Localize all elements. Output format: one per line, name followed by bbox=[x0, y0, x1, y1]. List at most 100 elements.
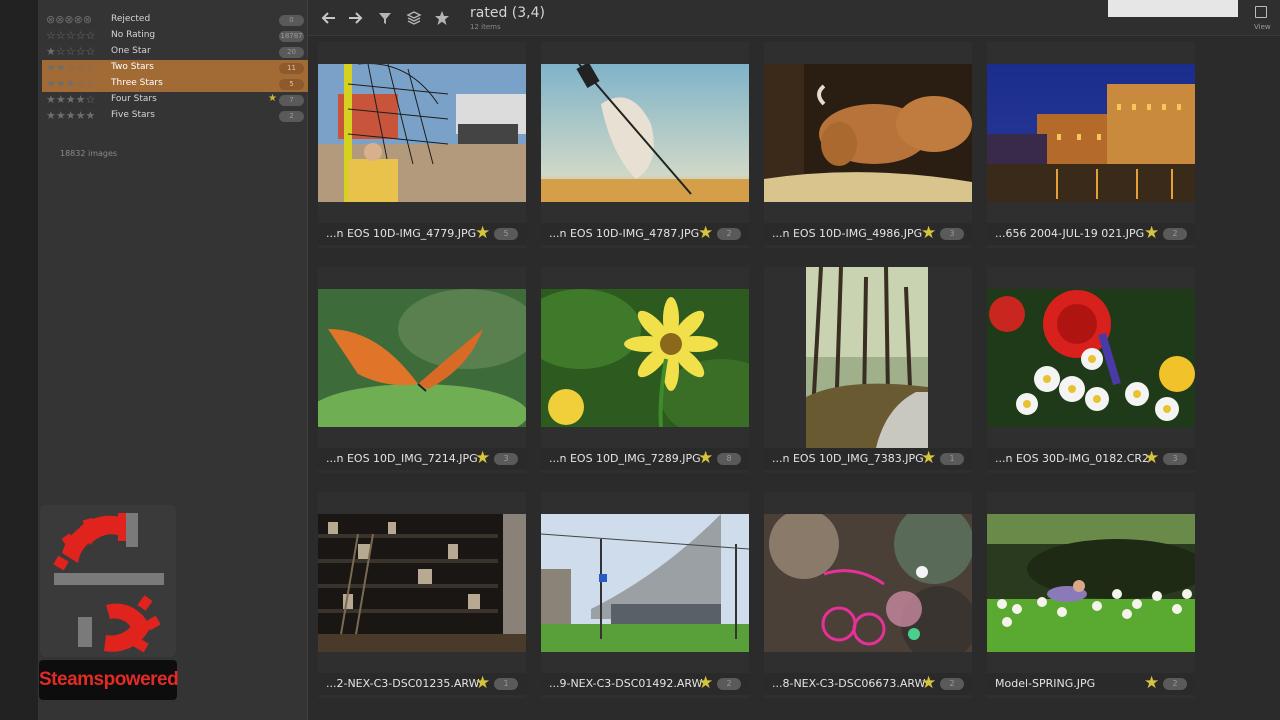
photo-forest[interactable] bbox=[806, 267, 928, 448]
thumbnail-cell[interactable]: Model-SPRING.JPG ★ 2 bbox=[987, 492, 1195, 698]
thumbnail-caption: ...9-NEX-C3-DSC01492.ARW ★ 2 bbox=[541, 673, 749, 695]
thumbnail-caption: ...656 2004-JUL-19 021.JPG ★ 2 bbox=[987, 223, 1195, 245]
rating-label: Four Stars bbox=[111, 94, 157, 104]
rating-filter-two-stars[interactable]: ★★☆☆☆ Two Stars 11 bbox=[42, 60, 308, 76]
file-name: ...n EOS 10D-IMG_4787.JPG bbox=[549, 227, 700, 240]
thumbnail-caption: ...n EOS 10D-IMG_4787.JPG ★ 2 bbox=[541, 223, 749, 245]
rejected-icons: ⊗⊗⊗⊗⊗ bbox=[46, 13, 93, 26]
star-icon[interactable]: ★ bbox=[698, 224, 713, 242]
thumbnail-cell[interactable]: ...n EOS 10D_IMG_7289.JPG ★ 8 bbox=[541, 267, 749, 473]
rating-label: No Rating bbox=[111, 30, 156, 40]
rating-badge: 8 bbox=[717, 453, 741, 465]
thumbnail-caption: ...n EOS 10D-IMG_4986.JPG ★ 3 bbox=[764, 223, 972, 245]
photo-bokeh[interactable] bbox=[764, 514, 972, 652]
star-icon[interactable]: ★ bbox=[1144, 224, 1159, 242]
rating-label: Two Stars bbox=[111, 62, 154, 72]
star-icons: ★★☆☆☆ bbox=[46, 61, 96, 74]
file-name: ...n EOS 10D_IMG_7383.JPG bbox=[772, 452, 924, 465]
rating-label: One Star bbox=[111, 46, 151, 56]
rating-filter-one-star[interactable]: ★☆☆☆☆ One Star 20 bbox=[42, 44, 308, 60]
rating-badge: 2 bbox=[717, 678, 741, 690]
forward-arrow-icon[interactable] bbox=[346, 9, 364, 27]
star-icon[interactable]: ★ bbox=[921, 224, 936, 242]
file-name: ...n EOS 10D_IMG_7214.JPG bbox=[326, 452, 478, 465]
star-icon[interactable]: ★ bbox=[1144, 449, 1159, 467]
rating-label: Five Stars bbox=[111, 110, 155, 120]
thumbnail-caption: ...n EOS 10D_IMG_7383.JPG ★ 1 bbox=[764, 448, 972, 470]
photo-bookshelf[interactable] bbox=[318, 514, 526, 652]
star-icon[interactable]: ★ bbox=[921, 449, 936, 467]
count-badge: 0 bbox=[279, 15, 304, 26]
photo-station[interactable] bbox=[541, 514, 749, 652]
rating-filter-five-stars[interactable]: ★★★★★ Five Stars 2 bbox=[42, 108, 308, 124]
photo-deer[interactable] bbox=[764, 64, 972, 202]
photo-bouquet[interactable] bbox=[987, 289, 1195, 427]
star-icon[interactable]: ★ bbox=[475, 224, 490, 242]
rating-badge: 1 bbox=[494, 678, 518, 690]
filter-icon[interactable] bbox=[376, 9, 394, 27]
rating-badge: 2 bbox=[1163, 228, 1187, 240]
rating-label: Rejected bbox=[111, 14, 151, 24]
app-window: ⊗⊗⊗⊗⊗ Rejected 0 ☆☆☆☆☆ No Rating 18787 ★… bbox=[0, 0, 1280, 720]
star-filter-icon[interactable] bbox=[433, 9, 451, 27]
thumbnail-caption: ...n EOS 10D_IMG_7289.JPG ★ 8 bbox=[541, 448, 749, 470]
thumbnail-cell[interactable]: ...n EOS 10D_IMG_7383.JPG ★ 1 bbox=[764, 267, 972, 473]
photo-night-city[interactable] bbox=[987, 64, 1195, 202]
photo-volleyball[interactable] bbox=[318, 64, 526, 202]
rating-filter-four-stars[interactable]: ★★★★☆ Four Stars ★ 7 bbox=[42, 92, 308, 108]
photo-yellow-flower[interactable] bbox=[541, 289, 749, 427]
thumbnail-cell[interactable]: ...9-NEX-C3-DSC01492.ARW ★ 2 bbox=[541, 492, 749, 698]
view-icon[interactable] bbox=[1255, 6, 1267, 18]
file-name: ...n EOS 10D-IMG_4779.JPG bbox=[326, 227, 477, 240]
layers-icon[interactable] bbox=[405, 9, 423, 27]
thumbnail-caption: ...n EOS 30D-IMG_0182.CR2 ★ 3 bbox=[987, 448, 1195, 470]
thumbnail-cell[interactable]: ...2-NEX-C3-DSC01235.ARW ★ 1 bbox=[318, 492, 526, 698]
star-icon[interactable]: ★ bbox=[475, 449, 490, 467]
thumbnail-cell[interactable]: ...n EOS 10D-IMG_4787.JPG ★ 2 bbox=[541, 42, 749, 248]
photo-daffodils[interactable] bbox=[987, 514, 1195, 652]
count-badge: 7 bbox=[279, 95, 304, 106]
rating-filter-no-rating[interactable]: ☆☆☆☆☆ No Rating 18787 bbox=[42, 28, 308, 44]
thumbnail-cell[interactable]: ...n EOS 10D-IMG_4779.JPG ★ 5 bbox=[318, 42, 526, 248]
file-name: ...2-NEX-C3-DSC01235.ARW bbox=[326, 677, 480, 690]
rating-badge: 2 bbox=[940, 678, 964, 690]
thumbnail-cell[interactable]: ...n EOS 10D_IMG_7214.JPG ★ 3 bbox=[318, 267, 526, 473]
rating-filter-rejected[interactable]: ⊗⊗⊗⊗⊗ Rejected 0 bbox=[42, 12, 308, 28]
count-badge: 11 bbox=[279, 63, 304, 74]
photo-ball-sky[interactable] bbox=[541, 64, 749, 202]
rating-badge: 5 bbox=[494, 228, 518, 240]
star-icon[interactable]: ★ bbox=[921, 674, 936, 692]
left-gutter bbox=[0, 0, 38, 720]
star-icon: ★ bbox=[268, 93, 277, 104]
rating-filter-three-stars[interactable]: ★★★☆☆ Three Stars 5 bbox=[42, 76, 308, 92]
total-images-count: 18832 images bbox=[60, 149, 118, 158]
thumbnail-cell[interactable]: ...n EOS 30D-IMG_0182.CR2 ★ 3 bbox=[987, 267, 1195, 473]
star-icon[interactable]: ★ bbox=[698, 674, 713, 692]
file-name: ...656 2004-JUL-19 021.JPG bbox=[995, 227, 1145, 240]
file-name: ...n EOS 10D-IMG_4986.JPG bbox=[772, 227, 923, 240]
thumbnail-caption: ...n EOS 10D_IMG_7214.JPG ★ 3 bbox=[318, 448, 526, 470]
thumbnail-caption: ...2-NEX-C3-DSC01235.ARW ★ 1 bbox=[318, 673, 526, 695]
thumbnail-cell[interactable]: ...8-NEX-C3-DSC06673.ARW ★ 2 bbox=[764, 492, 972, 698]
photo-butterfly[interactable] bbox=[318, 289, 526, 427]
rating-label: Three Stars bbox=[111, 78, 163, 88]
thumbnail-cell[interactable]: ...656 2004-JUL-19 021.JPG ★ 2 bbox=[987, 42, 1195, 248]
count-badge: 18787 bbox=[279, 31, 304, 42]
thumbnail-cell[interactable]: ...n EOS 10D-IMG_4986.JPG ★ 3 bbox=[764, 42, 972, 248]
view-button-label[interactable]: View bbox=[1254, 23, 1271, 31]
star-icon[interactable]: ★ bbox=[475, 674, 490, 692]
star-icons: ★★★★★ bbox=[46, 109, 96, 122]
file-name: ...9-NEX-C3-DSC01492.ARW bbox=[549, 677, 703, 690]
rating-badge: 3 bbox=[940, 228, 964, 240]
rating-badge: 3 bbox=[494, 453, 518, 465]
star-icons: ★★★★☆ bbox=[46, 93, 96, 106]
star-icon[interactable]: ★ bbox=[698, 449, 713, 467]
rating-badge: 2 bbox=[717, 228, 741, 240]
back-arrow-icon[interactable] bbox=[320, 9, 338, 27]
file-name: ...n EOS 10D_IMG_7289.JPG bbox=[549, 452, 701, 465]
star-icon[interactable]: ★ bbox=[1144, 674, 1159, 692]
toolbar: rated (3,4) 12 items View bbox=[308, 0, 1280, 36]
rating-badge: 3 bbox=[1163, 453, 1187, 465]
thumbnail-caption: ...8-NEX-C3-DSC06673.ARW ★ 2 bbox=[764, 673, 972, 695]
file-name: ...8-NEX-C3-DSC06673.ARW bbox=[772, 677, 926, 690]
